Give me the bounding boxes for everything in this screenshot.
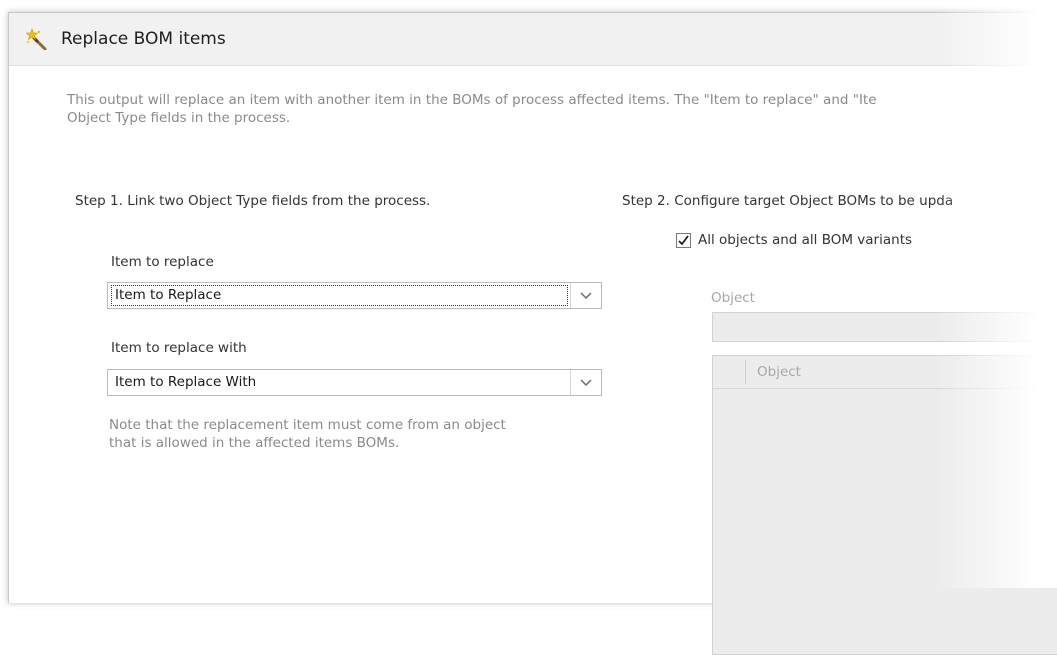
wand-icon bbox=[25, 28, 47, 50]
object-label: Object bbox=[711, 290, 755, 306]
item-to-replace-with-label: Item to replace with bbox=[111, 340, 247, 356]
dialog-title: Replace BOM items bbox=[61, 29, 226, 49]
item-to-replace-with-dropdown[interactable]: Item to Replace With bbox=[107, 369, 602, 396]
item-to-replace-with-value: Item to Replace With bbox=[115, 374, 257, 390]
all-objects-checkbox[interactable] bbox=[676, 233, 691, 248]
dropdown-arrow-button[interactable] bbox=[1035, 313, 1057, 341]
all-objects-label: All objects and all BOM variants bbox=[698, 232, 913, 248]
step1-heading: Step 1. Link two Object Type fields from… bbox=[75, 193, 431, 209]
chevron-down-icon bbox=[580, 379, 592, 387]
chevron-down-icon bbox=[1045, 324, 1057, 332]
grid-header: Object B bbox=[713, 356, 1057, 389]
column-separator bbox=[1036, 360, 1037, 384]
checkmark-icon bbox=[678, 235, 689, 246]
chevron-down-icon bbox=[580, 292, 592, 300]
item-to-replace-value: Item to Replace bbox=[111, 285, 568, 306]
dropdown-arrow-button[interactable] bbox=[570, 283, 601, 308]
dialog-content: This output will replace an item with an… bbox=[9, 66, 1057, 655]
dropdown-arrow-button[interactable] bbox=[570, 370, 601, 395]
grid-column-b: B bbox=[1045, 364, 1055, 380]
step2-heading: Step 2. Configure target Object BOMs to … bbox=[622, 193, 954, 209]
grid-column-object: Object bbox=[757, 364, 801, 380]
target-objects-grid: Object B bbox=[712, 355, 1057, 655]
object-dropdown[interactable] bbox=[712, 312, 1057, 342]
column-separator bbox=[745, 360, 746, 384]
item-to-replace-dropdown[interactable]: Item to Replace bbox=[107, 282, 602, 309]
replacement-note: Note that the replacement item must come… bbox=[109, 417, 506, 451]
item-to-replace-label: Item to replace bbox=[111, 254, 214, 270]
replace-bom-dialog: Replace BOM items This output will repla… bbox=[8, 12, 1057, 655]
dialog-titlebar: Replace BOM items bbox=[9, 13, 1057, 66]
output-description: This output will replace an item with an… bbox=[67, 92, 877, 126]
